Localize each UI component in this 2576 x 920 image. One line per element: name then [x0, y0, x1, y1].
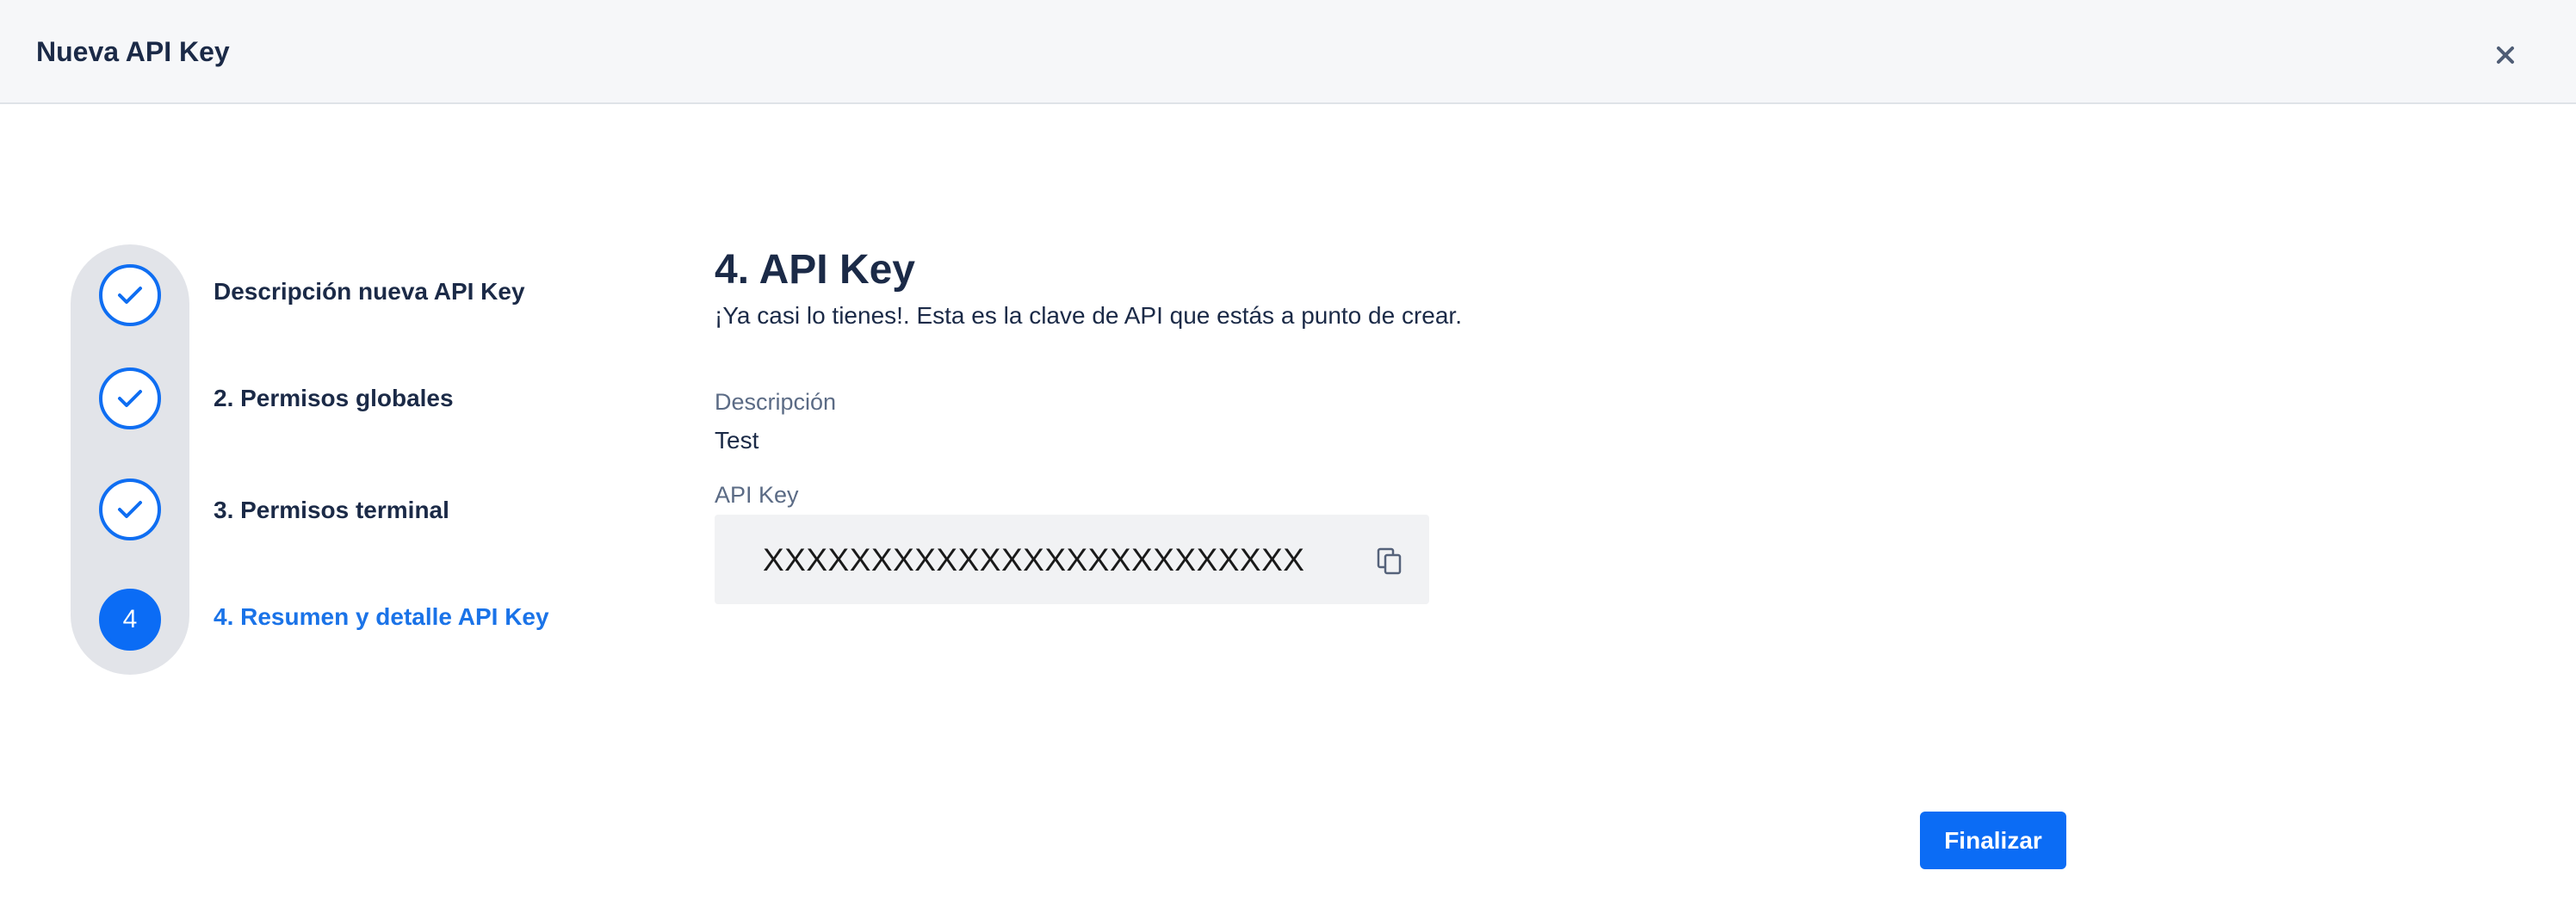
step-3-complete-indicator — [99, 479, 161, 540]
finish-button[interactable]: Finalizar — [1920, 812, 2066, 869]
section-subtitle: ¡Ya casi lo tienes!. Esta es la clave de… — [715, 302, 1462, 329]
step-1-complete-indicator — [99, 264, 161, 326]
step-1-label[interactable]: Descripción nueva API Key — [214, 276, 525, 307]
copy-api-key-button[interactable] — [1372, 544, 1407, 578]
step-4-label[interactable]: 4. Resumen y detalle API Key — [214, 602, 549, 633]
new-api-key-dialog: Nueva API Key Descripción nueva API Key … — [0, 0, 2576, 920]
step-2-complete-indicator — [99, 367, 161, 429]
step-2-label[interactable]: 2. Permisos globales — [214, 383, 454, 414]
close-icon — [2497, 46, 2514, 64]
api-key-label: API Key — [715, 482, 799, 508]
description-value: Test — [715, 427, 759, 454]
dialog-title: Nueva API Key — [36, 36, 230, 67]
step-4-active-indicator: 4 — [99, 589, 161, 651]
check-icon — [118, 287, 142, 304]
copy-icon — [1377, 547, 1402, 575]
check-icon — [118, 390, 142, 407]
description-label: Descripción — [715, 389, 837, 415]
step-3-label[interactable]: 3. Permisos terminal — [214, 495, 449, 526]
api-key-box: XXXXXXXXXXXXXXXXXXXXXXXXX — [715, 515, 1429, 604]
section-title: 4. API Key — [715, 247, 915, 293]
api-key-value: XXXXXXXXXXXXXXXXXXXXXXXXX — [763, 542, 1305, 577]
check-icon — [118, 501, 142, 518]
dialog-header: Nueva API Key — [0, 0, 2576, 104]
close-button[interactable] — [2488, 38, 2523, 72]
